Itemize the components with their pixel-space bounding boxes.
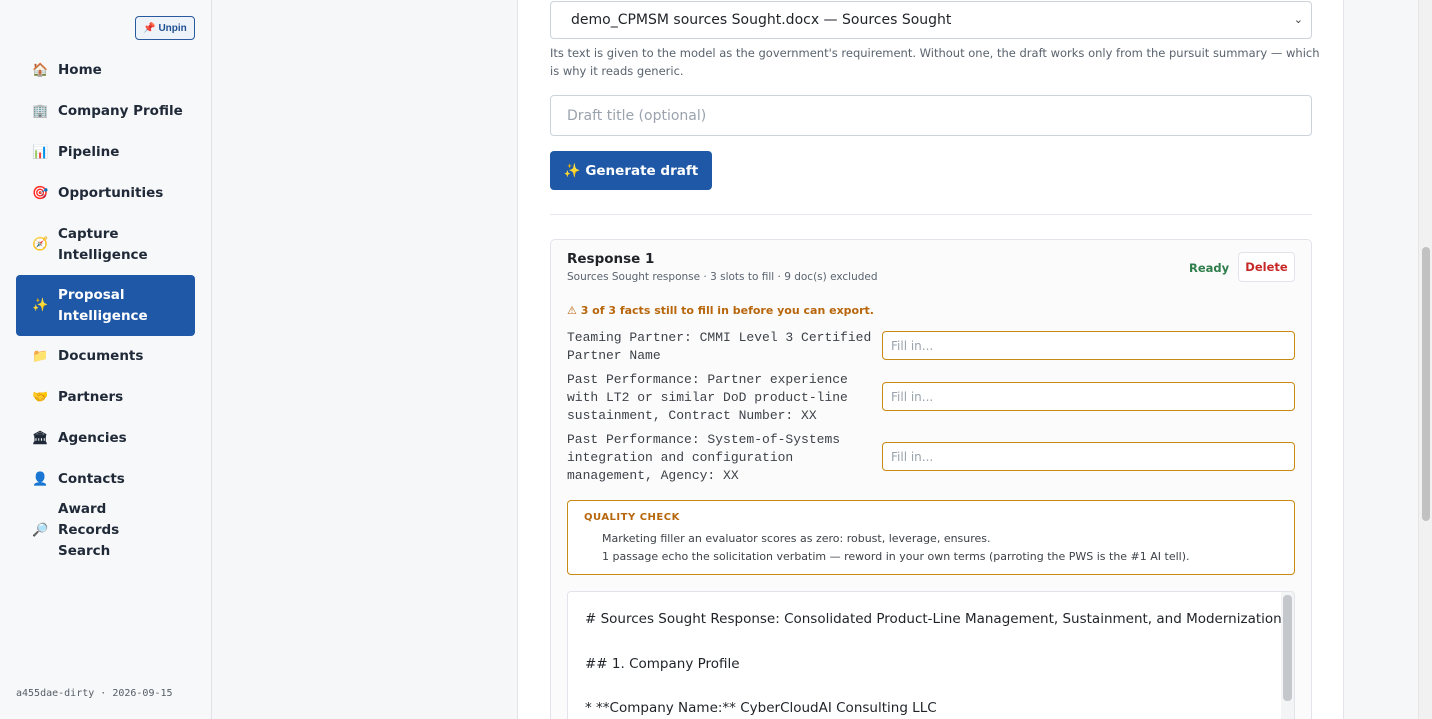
compass-icon: 🧭	[32, 237, 49, 252]
sidebar: 📌 Unpin 🏠 Home 🏢 Company Profile 📊 Pipel…	[0, 0, 212, 719]
sidebar-item-home[interactable]: 🏠 Home	[16, 50, 195, 91]
editor-scrollbar-thumb[interactable]	[1283, 595, 1292, 701]
sidebar-item-label: Documents	[58, 348, 144, 364]
sidebar-item-agencies[interactable]: 🏛 Agencies	[16, 418, 195, 459]
main-panel: demo_CPMSM sources Sought.docx — Sources…	[517, 0, 1344, 719]
version-label: a455dae-dirty · 2026-09-15	[16, 688, 173, 699]
sidebar-item-proposal-intelligence[interactable]: ✨ Proposal Intelligence	[16, 275, 195, 336]
sidebar-item-partners[interactable]: 🤝 Partners	[16, 377, 195, 418]
sidebar-item-label: Partners	[58, 389, 124, 405]
sidebar-item-documents[interactable]: 📁 Documents	[16, 336, 195, 377]
target-icon: 🎯	[32, 186, 49, 201]
draft-editor[interactable]: # Sources Sought Response: Consolidated …	[567, 591, 1295, 719]
sidebar-item-opportunities[interactable]: 🎯 Opportunities	[16, 173, 195, 214]
institution-icon: 🏛	[32, 431, 49, 446]
sidebar-nav: 🏠 Home 🏢 Company Profile 📊 Pipeline 🎯 Op…	[16, 50, 195, 561]
response-card: Response 1 Sources Sought response · 3 s…	[550, 239, 1312, 719]
quality-check-panel: QUALITY CHECK Marketing filler an evalua…	[567, 500, 1295, 575]
sidebar-item-label: Proposal Intelligence	[58, 286, 148, 324]
draft-line: # Sources Sought Response: Consolidated …	[585, 611, 1295, 627]
response-title: Response 1	[567, 251, 655, 267]
quality-check-item: Marketing filler an evaluator scores as …	[602, 532, 991, 545]
folder-icon: 📁	[32, 349, 49, 364]
quality-check-item: 1 passage echo the solicitation verbatim…	[602, 550, 1190, 563]
sidebar-item-label: Home	[58, 62, 102, 78]
help-text: Its text is given to the model as the go…	[550, 46, 1320, 78]
sidebar-item-label: Agencies	[58, 430, 127, 446]
fact-label: Past Performance: System-of-Systems inte…	[567, 432, 841, 483]
sidebar-item-contacts[interactable]: 👤 Contacts	[16, 459, 195, 500]
sidebar-item-label: Pipeline	[58, 144, 120, 160]
draft-title-input[interactable]	[550, 95, 1312, 136]
generate-draft-button[interactable]: ✨ Generate draft	[550, 151, 712, 190]
draft-line: * **Company Name:** CyberCloudAI Consult…	[585, 700, 937, 716]
unpin-button[interactable]: 📌 Unpin	[135, 16, 195, 40]
status-badge: Ready	[1189, 261, 1230, 275]
quality-check-title: QUALITY CHECK	[584, 512, 680, 523]
missing-facts-warning: ⚠ 3 of 3 facts still to fill in before y…	[567, 304, 874, 317]
fact-input[interactable]	[882, 331, 1295, 360]
sidebar-item-label: Opportunities	[58, 185, 164, 201]
fact-label: Past Performance: Partner experience wit…	[567, 372, 848, 423]
sidebar-item-pipeline[interactable]: 📊 Pipeline	[16, 132, 195, 173]
sidebar-item-label: Contacts	[58, 471, 125, 487]
building-icon: 🏢	[32, 104, 49, 119]
sidebar-item-label: Award Records Search	[58, 501, 120, 559]
person-icon: 👤	[32, 472, 49, 487]
sidebar-item-label: Capture Intelligence	[58, 225, 148, 263]
response-subtitle: Sources Sought response · 3 slots to fil…	[567, 271, 878, 283]
page-scrollbar-thumb[interactable]	[1422, 247, 1430, 521]
sidebar-item-label: Company Profile	[58, 103, 183, 119]
chevron-down-icon: ⌄	[1293, 13, 1303, 26]
fact-label: Teaming Partner: CMMI Level 3 Certified …	[567, 330, 872, 363]
home-icon: 🏠	[32, 63, 49, 78]
select-value: demo_CPMSM sources Sought.docx — Sources…	[571, 12, 952, 28]
fact-input[interactable]	[882, 442, 1295, 471]
magnifier-icon: 🔎	[32, 523, 49, 538]
sidebar-item-award-records-search[interactable]: 🔎 Award Records Search	[16, 500, 195, 561]
sparkles-icon: ✨	[32, 298, 49, 313]
sidebar-item-company-profile[interactable]: 🏢 Company Profile	[16, 91, 195, 132]
sidebar-item-capture-intelligence[interactable]: 🧭 Capture Intelligence	[16, 214, 195, 275]
delete-button[interactable]: Delete	[1238, 252, 1295, 282]
fact-input[interactable]	[882, 382, 1295, 411]
page-scrollbar[interactable]	[1418, 0, 1432, 719]
draft-line: ## 1. Company Profile	[585, 656, 740, 672]
divider	[550, 214, 1312, 215]
source-document-select[interactable]: demo_CPMSM sources Sought.docx — Sources…	[550, 1, 1312, 39]
handshake-icon: 🤝	[32, 390, 49, 405]
bar-chart-icon: 📊	[32, 145, 49, 160]
left-gutter	[212, 0, 517, 719]
